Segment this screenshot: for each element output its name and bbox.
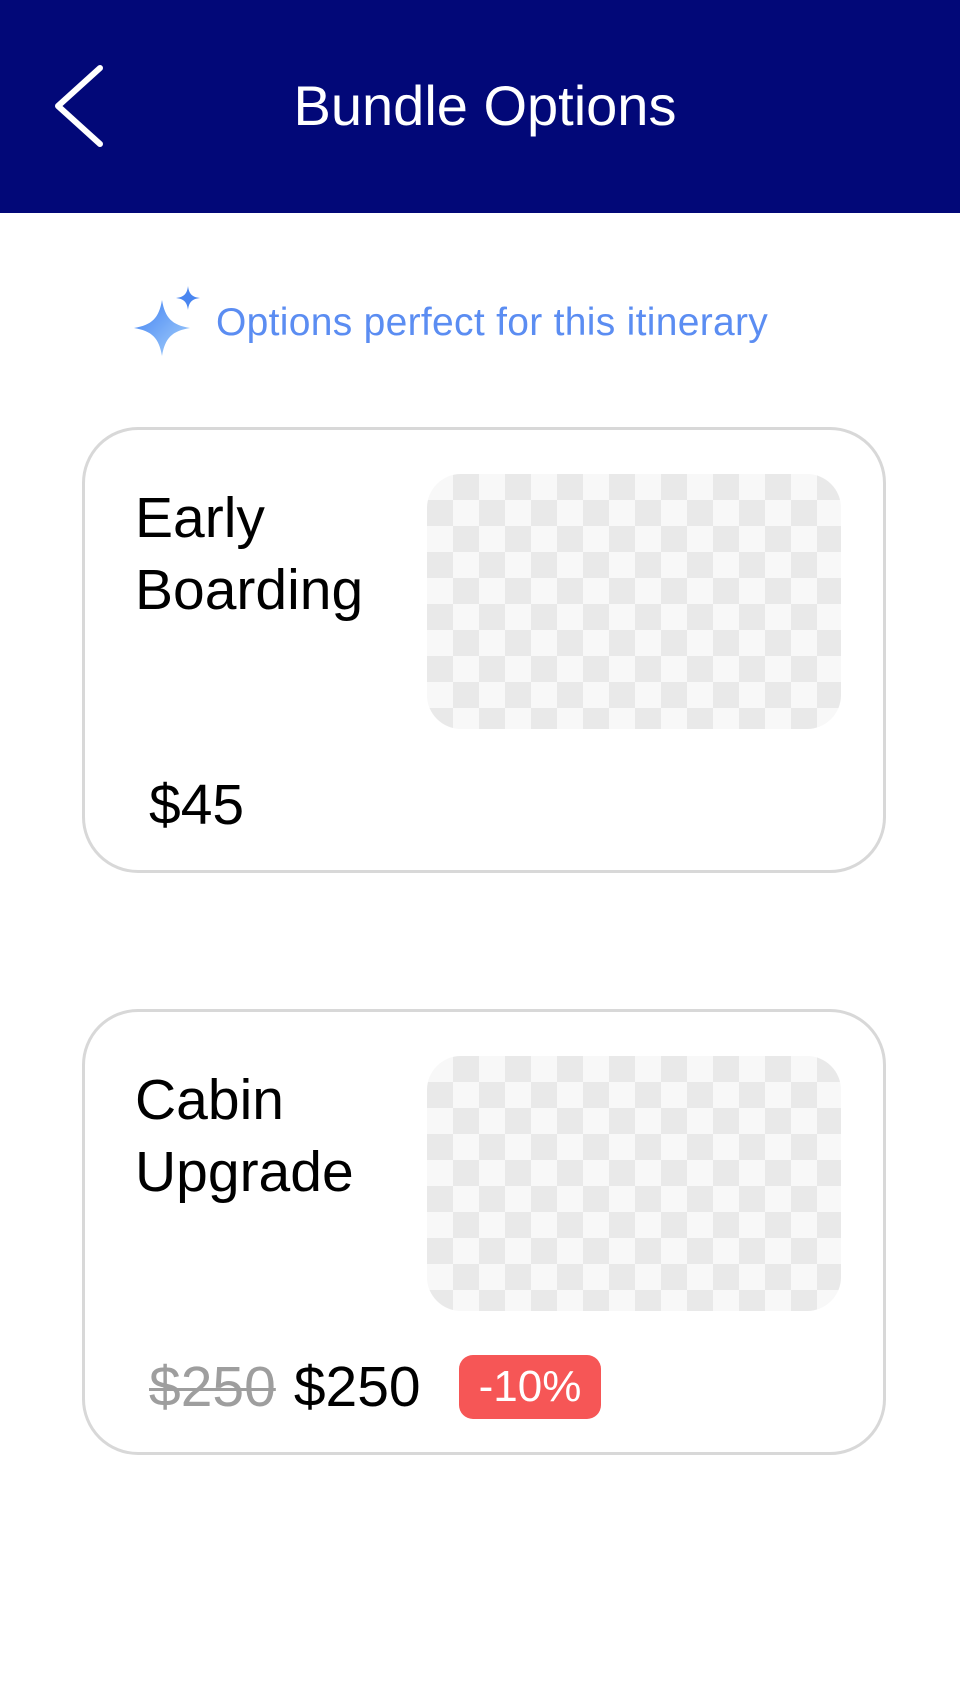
- bundle-image-placeholder: [427, 1056, 841, 1311]
- bundle-title: Early Boarding: [135, 486, 364, 622]
- price-row: $250 $250 -10%: [149, 1352, 602, 1422]
- bundle-price: $45: [149, 773, 245, 837]
- header-bar: Bundle Options: [0, 0, 960, 213]
- page-title: Bundle Options: [293, 74, 677, 137]
- recommendation-tagline: Options perfect for this itinerary: [128, 283, 768, 363]
- discount-badge: -10%: [458, 1355, 602, 1419]
- sparkle-icon: [128, 284, 206, 362]
- price-row: $45: [149, 770, 244, 840]
- bundle-image-placeholder: [427, 474, 841, 729]
- bundle-card-cabin-upgrade[interactable]: Cabin Upgrade $250 $250 -10%: [82, 1009, 886, 1455]
- bundle-card-early-boarding[interactable]: Early Boarding $45: [82, 427, 886, 873]
- bundle-price: $250: [293, 1355, 421, 1419]
- original-price: $250: [149, 1355, 276, 1419]
- bundle-title: Cabin Upgrade: [135, 1068, 354, 1204]
- tagline-text: Options perfect for this itinerary: [216, 301, 769, 344]
